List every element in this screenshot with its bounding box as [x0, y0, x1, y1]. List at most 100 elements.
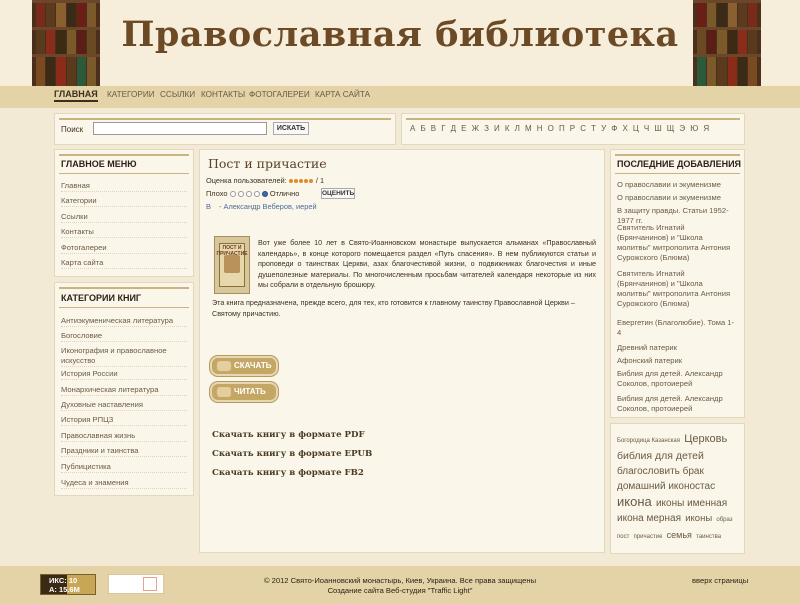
category-item[interactable]: Публицистика: [61, 462, 187, 473]
download-pdf-link[interactable]: Скачать книгу в формате PDF: [212, 430, 365, 440]
recent-item[interactable]: О православии и экуменизме: [617, 193, 738, 203]
tag-link[interactable]: семья: [667, 530, 692, 540]
recent-item[interactable]: О православии и экуменизме: [617, 180, 738, 190]
nav-item-sitemap[interactable]: КАРТА САЙТА: [315, 90, 370, 99]
alphabet-letter[interactable]: К: [505, 124, 510, 133]
main-menu-item[interactable]: Главная: [61, 181, 187, 192]
back-to-top-link[interactable]: вверх страницы: [692, 576, 748, 585]
article-author[interactable]: - Александр Веберов, иерей: [219, 202, 317, 211]
category-item[interactable]: Богословие: [61, 331, 187, 342]
rating-radio-5[interactable]: [261, 191, 268, 198]
rating-radio-3[interactable]: [245, 191, 252, 198]
rate-button[interactable]: ОЦЕНИТЬ: [321, 188, 355, 199]
alphabet-letter[interactable]: П: [559, 124, 565, 133]
nav-item-contacts[interactable]: КОНТАКТЫ: [201, 90, 245, 99]
tag-link[interactable]: иконы: [685, 513, 712, 524]
alphabet-letter[interactable]: И: [494, 124, 500, 133]
download-epub-link[interactable]: Скачать книгу в формате EPUB: [212, 449, 372, 459]
rating-radio-4[interactable]: [253, 191, 260, 198]
tag-link[interactable]: причастие: [634, 534, 663, 540]
nav-item-links[interactable]: ССЫЛКИ: [160, 90, 195, 99]
alphabet-letter[interactable]: О: [548, 124, 554, 133]
download-fb2-link[interactable]: Скачать книгу в формате FB2: [212, 468, 364, 478]
alphabet-letter[interactable]: У: [601, 124, 606, 133]
search-input[interactable]: [93, 122, 267, 135]
alphabet-letter[interactable]: Т: [591, 124, 596, 133]
recent-item[interactable]: Древний патерик: [617, 343, 738, 353]
recent-item[interactable]: Святитель Игнатий (Брянчанинов) и "Школа…: [617, 269, 738, 309]
tag-link[interactable]: икона мерная: [617, 513, 681, 524]
alphabet-letter[interactable]: В: [431, 124, 436, 133]
alphabet-letter[interactable]: Ч: [644, 124, 649, 133]
nav-item-home[interactable]: ГЛАВНАЯ: [54, 89, 98, 102]
alphabet-letter[interactable]: Б: [420, 124, 425, 133]
tag-link[interactable]: таинства: [696, 534, 721, 540]
tag-link[interactable]: иконы именная: [656, 498, 727, 509]
alphabet-letter[interactable]: З: [484, 124, 489, 133]
main-menu-item[interactable]: Карта сайта: [61, 258, 187, 269]
category-item[interactable]: Иконография и православное искусство: [61, 346, 187, 367]
category-item[interactable]: Антиэкуменическая литература: [61, 316, 187, 327]
nav-item-categories[interactable]: КАТЕГОРИИ: [107, 90, 155, 99]
tag-link[interactable]: образ: [716, 517, 732, 523]
header: Православная библиотека: [0, 0, 800, 86]
alphabet-letter[interactable]: Н: [537, 124, 543, 133]
read-button[interactable]: ЧИТАТЬ: [210, 382, 278, 402]
main-menu-item[interactable]: Ссылки: [61, 212, 187, 223]
alphabet-letter[interactable]: Э: [679, 124, 685, 133]
main-menu-panel: ГЛАВНОЕ МЕНЮ Главная Категории Ссылки Конта…: [54, 149, 194, 277]
recent-item[interactable]: Библия для детей. Александр Соколов, про…: [617, 394, 738, 414]
recent-item[interactable]: Святитель Игнатий (Брянчанинов) и "Школа…: [617, 223, 738, 263]
recent-additions-panel: ПОСЛЕДНИЕ ДОБАВЛЕНИЯ О православии и эку…: [610, 149, 745, 418]
category-item[interactable]: Монархическая литература: [61, 385, 187, 396]
category-item[interactable]: Чудеса и знамения: [61, 478, 187, 489]
alphabet-letter[interactable]: Л: [515, 124, 520, 133]
rating-radio-1[interactable]: [229, 191, 236, 198]
nav-item-galleries[interactable]: ФОТОГАЛЕРЕИ: [249, 90, 310, 99]
book-categories-title: КАТЕГОРИИ КНИГ: [61, 293, 142, 303]
rating-radio-2[interactable]: [237, 191, 244, 198]
alphabet-letter[interactable]: Д: [451, 124, 456, 133]
recent-item[interactable]: Афонский патерик: [617, 356, 738, 366]
alphabet-letter[interactable]: М: [525, 124, 532, 133]
section-divider: [615, 173, 740, 174]
alphabet-letter[interactable]: А: [410, 124, 415, 133]
tag-link[interactable]: икона: [617, 494, 652, 509]
category-item[interactable]: Православная жизнь: [61, 431, 187, 442]
alphabet-letter[interactable]: Ф: [611, 124, 617, 133]
alphabet-letter[interactable]: Ц: [633, 124, 639, 133]
alphabet-letter[interactable]: Я: [703, 124, 709, 133]
alphabet-letter[interactable]: Ж: [472, 124, 479, 133]
rating-good-label: Отлично: [269, 189, 300, 198]
site-title[interactable]: Православная библиотека: [0, 14, 800, 55]
search-button[interactable]: ИСКАТЬ: [273, 122, 309, 135]
tag-link[interactable]: библия для детей: [617, 450, 704, 462]
category-item[interactable]: Духовные наставления: [61, 400, 187, 411]
category-item[interactable]: История России: [61, 369, 187, 380]
category-item[interactable]: История РПЦЗ: [61, 415, 187, 426]
tag-link[interactable]: благословить брак: [617, 466, 704, 477]
alphabet-letter[interactable]: Г: [441, 124, 445, 133]
tag-link[interactable]: Церковь: [684, 433, 727, 445]
tag-link[interactable]: пост: [617, 534, 629, 540]
alphabet-letter[interactable]: Ш: [654, 124, 661, 133]
alphabet-letter[interactable]: С: [580, 124, 586, 133]
alphabet-letter[interactable]: Р: [570, 124, 575, 133]
alphabet-letter[interactable]: Щ: [667, 124, 675, 133]
category-item[interactable]: Праздники и таинства: [61, 446, 187, 457]
recent-item[interactable]: Библия для детей. Александр Соколов, про…: [617, 369, 738, 389]
panel-divider: [59, 118, 391, 120]
main-menu-item[interactable]: Фотогалереи: [61, 243, 187, 254]
alphabet-letter[interactable]: Е: [461, 124, 466, 133]
main-menu-item[interactable]: Контакты: [61, 227, 187, 239]
alphabet-letter[interactable]: Х: [622, 124, 627, 133]
alphabet-letter[interactable]: Ю: [690, 124, 698, 133]
credit-text[interactable]: Создание сайта Веб-студия "Traffic Light…: [0, 586, 800, 596]
tag-link[interactable]: Богородица Казанская: [617, 438, 680, 444]
article-category[interactable]: В: [206, 202, 211, 211]
main-menu-item[interactable]: Категории: [61, 196, 187, 208]
main-menu-title: ГЛАВНОЕ МЕНЮ: [61, 159, 137, 169]
tag-link[interactable]: домашний иконостас: [617, 481, 715, 492]
download-button[interactable]: СКАЧАТЬ: [210, 356, 278, 376]
recent-item[interactable]: Евергетин (Благолюбие). Тома 1-4: [617, 318, 738, 338]
